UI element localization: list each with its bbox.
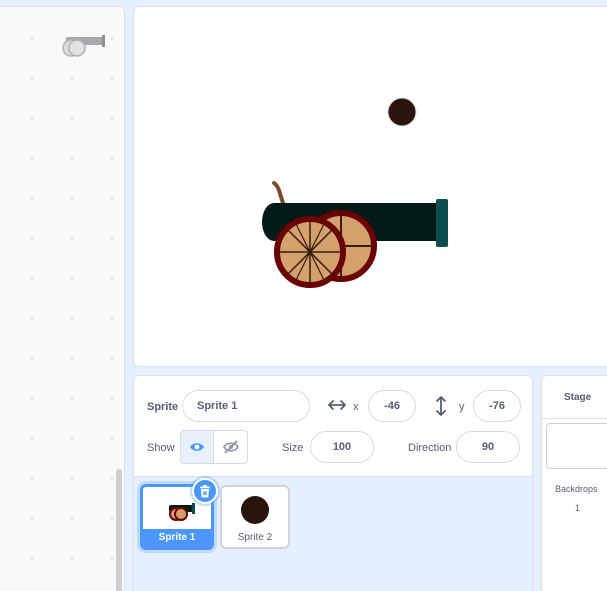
sprite-tile-label: Sprite 1 [143,529,211,547]
stage-selector-pane[interactable]: Stage Backdrops 1 [541,375,607,591]
y-position-input[interactable]: -76 [473,390,521,422]
sprite-pane: Sprite Sprite 1 x -46 y -76 Show Size 10… [133,375,533,591]
vertical-arrows-icon [436,396,446,416]
cannon-fuse [272,181,286,207]
sprite-name-label: Sprite [147,401,179,413]
y-label: y [459,401,465,413]
stage-thumbnail[interactable] [546,423,607,469]
cannon-thumbnail-icon [169,503,195,521]
code-area-scrollbar[interactable] [116,469,122,591]
sprite-name-input[interactable]: Sprite 1 [182,390,310,422]
cannonball-sprite [387,97,417,127]
sprite-tile-label: Sprite 2 [237,532,273,543]
delete-sprite-button[interactable] [192,478,218,504]
visibility-toggle [180,430,248,464]
cannon-muzzle [436,199,448,247]
trash-icon [200,484,210,497]
sprite-2-thumbnail [222,493,288,527]
direction-input[interactable]: 90 [456,431,520,463]
show-sprite-button[interactable] [181,431,215,463]
sprite-tile-2[interactable]: Sprite 2 [220,485,290,549]
stage-canvas [262,97,448,288]
horizontal-arrows-icon [328,400,346,410]
eye-slash-icon [222,440,239,454]
sprite-info-panel: Sprite Sprite 1 x -46 y -76 Show Size 10… [134,376,532,477]
size-input[interactable]: 100 [310,431,374,463]
current-sprite-watermark [62,35,105,57]
cannon-front-wheel [274,216,346,288]
x-label: x [353,401,359,413]
backdrops-count: 1 [575,503,581,513]
stage[interactable] [133,6,607,367]
cannonball-thumbnail-icon [241,496,269,524]
x-position-input[interactable]: -46 [368,390,416,422]
size-label: Size [282,442,304,454]
backdrops-label: Backdrops [555,484,598,494]
show-label: Show [147,442,175,454]
hide-sprite-button[interactable] [214,431,247,463]
direction-label: Direction [408,442,452,454]
code-area[interactable] [0,6,125,591]
eye-icon [190,443,204,451]
stage-pane-title: Stage [542,376,607,419]
